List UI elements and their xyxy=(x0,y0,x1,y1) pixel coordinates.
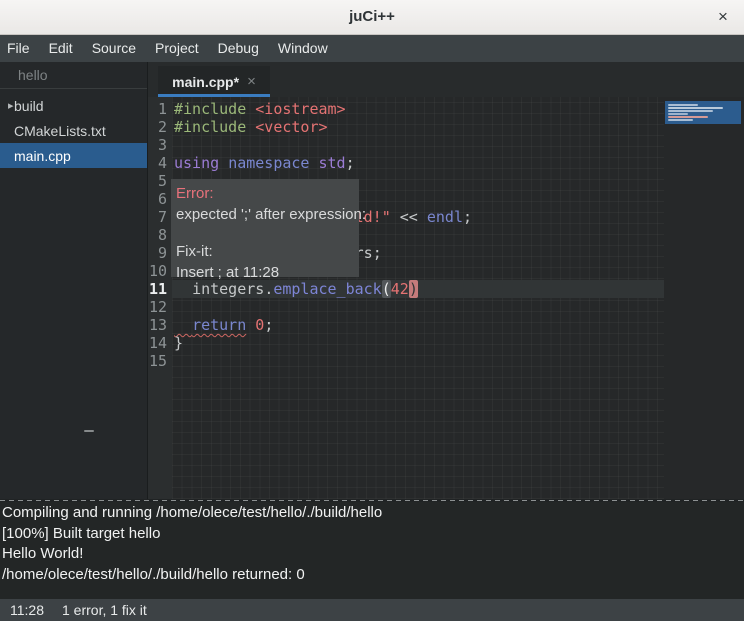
line-number-10[interactable]: 10 xyxy=(148,262,167,280)
menu-item-project[interactable]: Project xyxy=(154,35,200,62)
menu-item-window[interactable]: Window xyxy=(277,35,329,62)
menu-item-file[interactable]: File xyxy=(6,35,31,62)
sidebar-item-build[interactable]: ▸build xyxy=(0,93,147,118)
cursor-position: 11:28 xyxy=(10,602,44,618)
tree-item-label: CMakeLists.txt xyxy=(14,123,106,139)
diagnostic-tooltip: Error: expected ';' after expression: Fi… xyxy=(171,179,359,277)
sidebar-item-cmakelists-txt[interactable]: CMakeLists.txt xyxy=(0,118,147,143)
line-number-15[interactable]: 15 xyxy=(148,352,167,370)
status-bar: 11:28 1 error, 1 fix it xyxy=(0,599,744,621)
window-title: juCi++ xyxy=(0,0,744,34)
tree-item-label: build xyxy=(14,98,44,114)
terminal-line-1: Compiling and running /home/olece/test/h… xyxy=(2,503,744,524)
code-editor: 123456789101112131415 #include <iostream… xyxy=(148,97,744,499)
tooltip-error-label: Error: xyxy=(176,183,359,204)
minimap-code-bar xyxy=(668,119,693,121)
line-number-13[interactable]: 13 xyxy=(148,316,167,334)
minimap-code-bar xyxy=(668,107,723,109)
window-titlebar: juCi++ × xyxy=(0,0,744,35)
line-number-14[interactable]: 14 xyxy=(148,334,167,352)
line-number-7[interactable]: 7 xyxy=(148,208,167,226)
code-line-15[interactable] xyxy=(172,352,664,370)
terminal-line-4: /home/olece/test/hello/./build/hello ret… xyxy=(2,565,744,586)
close-icon[interactable]: × xyxy=(710,0,736,34)
tooltip-fixit-label: Fix-it: xyxy=(176,241,359,262)
line-number-1[interactable]: 1 xyxy=(148,100,167,118)
code-line-1[interactable]: #include <iostream> xyxy=(172,100,664,118)
project-name: hello xyxy=(0,62,147,89)
pane-resize-handle[interactable] xyxy=(84,430,94,432)
menu-item-debug[interactable]: Debug xyxy=(217,35,260,62)
diagnostics-count: 1 error, 1 fix it xyxy=(62,602,147,618)
sidebar: hello ▸build CMakeLists.txt main.cpp xyxy=(0,62,148,499)
line-number-11[interactable]: 11 xyxy=(148,280,167,298)
minimap-code-bar xyxy=(668,116,708,118)
menu-bar: File Edit Source Project Debug Window xyxy=(0,35,744,62)
line-number-12[interactable]: 12 xyxy=(148,298,167,316)
gutter[interactable]: 123456789101112131415 xyxy=(148,97,172,499)
expander-icon[interactable]: ▸ xyxy=(0,99,14,112)
terminal-line-2: [100%] Built target hello xyxy=(2,524,744,545)
line-number-5[interactable]: 5 xyxy=(148,172,167,190)
code-area[interactable]: #include <iostream>#include <vector> usin… xyxy=(172,97,664,499)
minimap-view[interactable] xyxy=(665,101,741,124)
minimap-code-bar xyxy=(668,110,713,112)
code-line-13[interactable]: return 0; xyxy=(172,316,664,334)
line-number-6[interactable]: 6 xyxy=(148,190,167,208)
tab-bar: main.cpp* × xyxy=(148,62,744,97)
code-line-3[interactable] xyxy=(172,136,664,154)
minimap-code-bar xyxy=(668,113,688,115)
jucipp-window: juCi++ × File Edit Source Project Debug Windo… xyxy=(0,0,744,621)
tab-label: main.cpp* xyxy=(172,74,239,90)
line-number-3[interactable]: 3 xyxy=(148,136,167,154)
file-tree: ▸build CMakeLists.txt main.cpp xyxy=(0,89,147,168)
line-number-4[interactable]: 4 xyxy=(148,154,167,172)
code-line-2[interactable]: #include <vector> xyxy=(172,118,664,136)
line-number-2[interactable]: 2 xyxy=(148,118,167,136)
tooltip-error-message: expected ';' after expression: xyxy=(176,204,359,225)
menu-item-source[interactable]: Source xyxy=(91,35,137,62)
code-line-12[interactable] xyxy=(172,298,664,316)
terminal-line-3: Hello World! xyxy=(2,544,744,565)
tooltip-spacer xyxy=(176,225,359,241)
tab-close-icon[interactable]: × xyxy=(247,73,256,90)
tab-main-cpp[interactable]: main.cpp* × xyxy=(158,66,270,97)
line-number-9[interactable]: 9 xyxy=(148,244,167,262)
code-line-4[interactable]: using namespace std; xyxy=(172,154,664,172)
terminal-panel[interactable]: Compiling and running /home/olece/test/h… xyxy=(0,502,744,599)
terminal-output: Compiling and running /home/olece/test/h… xyxy=(2,503,744,585)
tooltip-fixit-message: Insert ; at 11:28 xyxy=(176,262,359,283)
sidebar-item-main-cpp[interactable]: main.cpp xyxy=(0,143,147,168)
minimap-scrollbar[interactable] xyxy=(664,97,744,499)
minimap-code-bar xyxy=(668,104,698,106)
tree-item-label: main.cpp xyxy=(14,148,71,164)
code-line-14[interactable]: } xyxy=(172,334,664,352)
line-number-8[interactable]: 8 xyxy=(148,226,167,244)
menu-item-edit[interactable]: Edit xyxy=(48,35,74,62)
